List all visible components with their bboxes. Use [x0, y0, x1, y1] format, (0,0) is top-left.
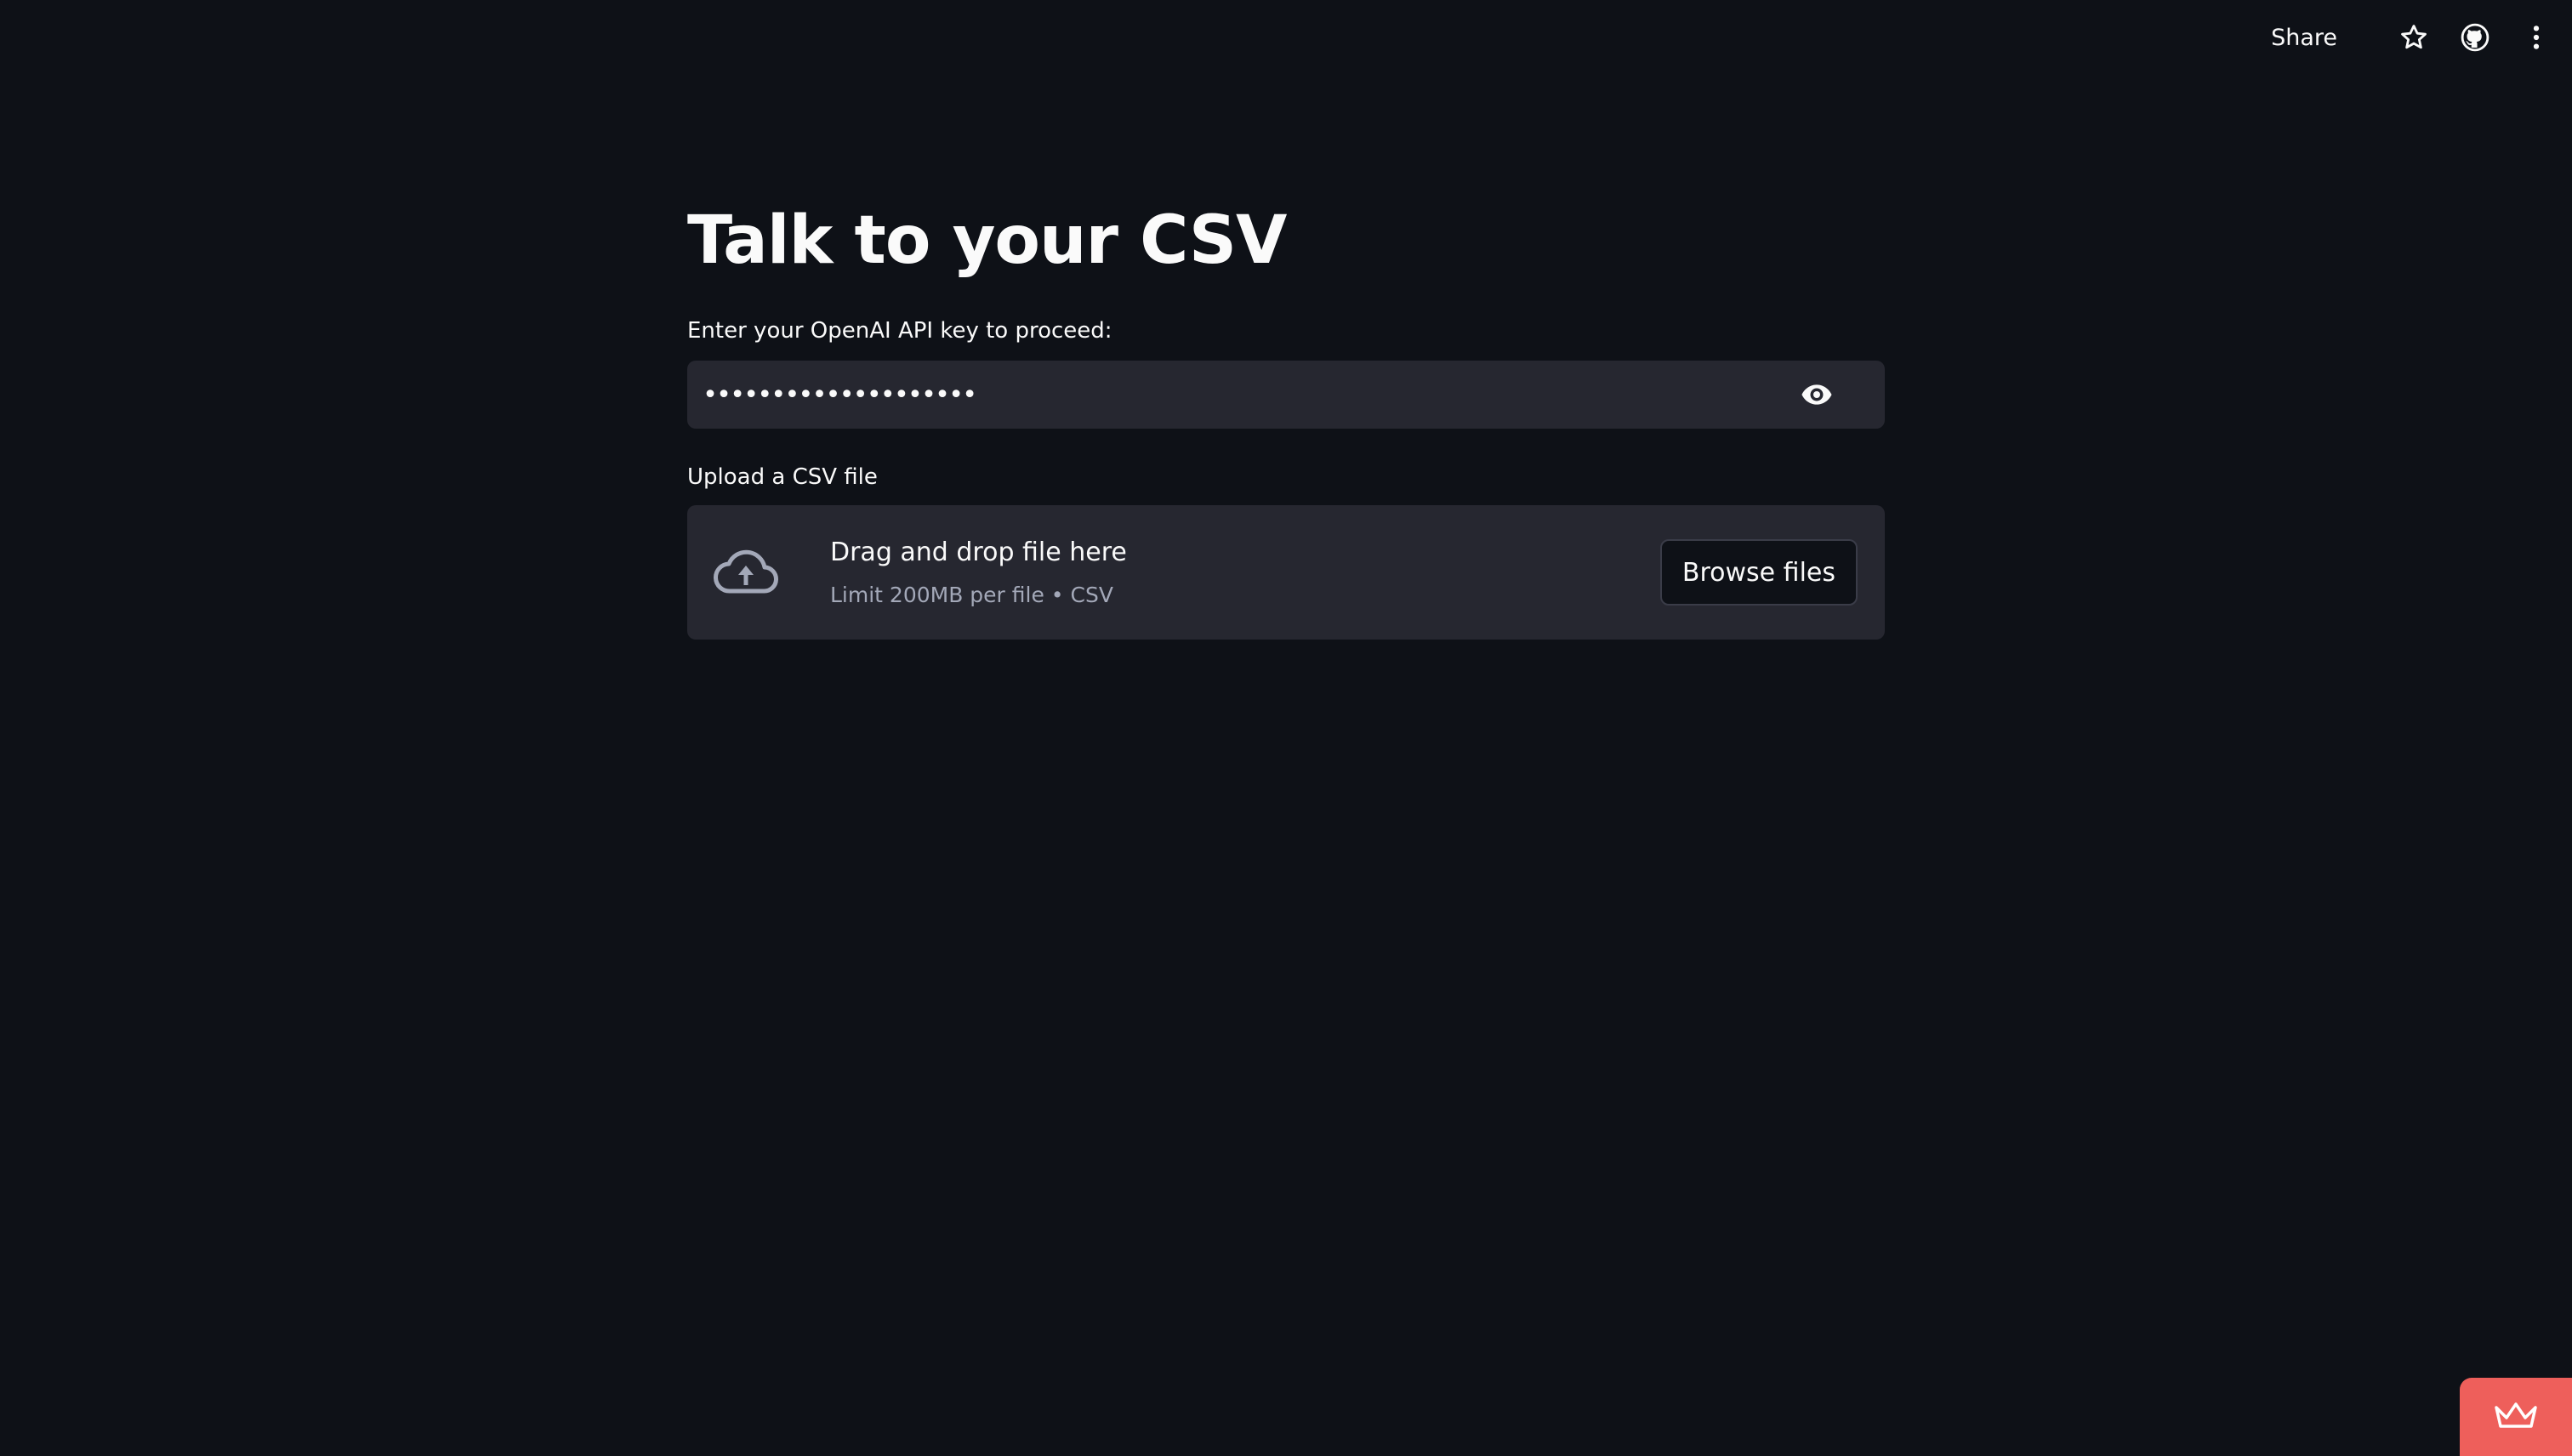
page-title: Talk to your CSV [687, 202, 1287, 279]
star-icon[interactable] [2397, 20, 2431, 54]
github-icon[interactable] [2458, 20, 2492, 54]
drag-drop-text: Drag and drop file here [830, 537, 1127, 567]
cloud-upload-icon [713, 547, 779, 598]
share-button[interactable]: Share [2271, 25, 2337, 51]
streamlit-badge[interactable] [2460, 1378, 2572, 1456]
api-key-field-container [687, 360, 1885, 429]
file-dropzone[interactable]: Drag and drop file here Limit 200MB per … [687, 505, 1885, 640]
dropzone-text: Drag and drop file here Limit 200MB per … [830, 536, 1127, 609]
crown-icon [2493, 1401, 2539, 1433]
main-content: Talk to your CSV Enter your OpenAI API k… [687, 191, 1885, 640]
more-vertical-icon[interactable] [2519, 20, 2553, 54]
api-key-input[interactable] [687, 360, 1793, 429]
top-toolbar: Share [0, 0, 2572, 75]
api-key-label: Enter your OpenAI API key to proceed: [687, 318, 1112, 344]
eye-icon[interactable] [1793, 371, 1841, 418]
file-limit-text: Limit 200MB per file • CSV [830, 583, 1113, 607]
browse-files-button[interactable]: Browse files [1659, 539, 1858, 606]
uploader-label: Upload a CSV file [687, 464, 878, 490]
